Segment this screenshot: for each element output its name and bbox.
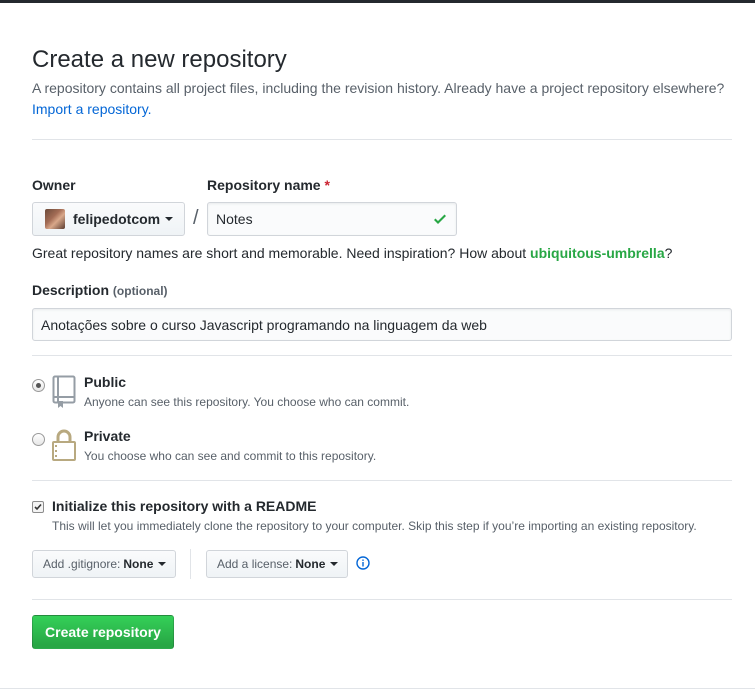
- owner-value: felipedotcom: [73, 211, 161, 227]
- create-repository-button[interactable]: Create repository: [32, 615, 174, 649]
- gitignore-select-button[interactable]: Add .gitignore: None: [32, 550, 176, 578]
- private-radio[interactable]: [32, 433, 45, 446]
- description-input[interactable]: [32, 308, 732, 341]
- avatar: [45, 209, 65, 229]
- optional-note: (optional): [112, 284, 168, 298]
- readme-label[interactable]: Initialize this repository with a README: [52, 498, 316, 514]
- vertical-divider: [190, 549, 191, 579]
- private-description: You choose who can see and commit to thi…: [84, 449, 377, 463]
- divider: [32, 355, 732, 356]
- readme-description: This will let you immediately clone the …: [52, 519, 697, 533]
- owner-repo-separator: /: [193, 207, 199, 229]
- license-value: None: [295, 557, 326, 571]
- owner-label: Owner: [32, 177, 76, 193]
- suggested-name[interactable]: ubiquitous-umbrella: [530, 245, 665, 261]
- gitignore-prefix: Add .gitignore:: [43, 557, 121, 571]
- public-title: Public: [84, 374, 127, 390]
- page-title: Create a new repository: [32, 46, 287, 73]
- divider: [32, 480, 732, 481]
- owner-select-button[interactable]: felipedotcom: [32, 202, 185, 236]
- chevron-down-icon: [330, 562, 339, 566]
- required-mark: *: [324, 177, 330, 193]
- footer-divider: [0, 688, 755, 689]
- public-radio[interactable]: [32, 379, 45, 392]
- hint-text: Great repository names are short and mem…: [32, 245, 527, 261]
- checkmark-icon: [34, 503, 42, 511]
- info-icon[interactable]: [356, 556, 370, 570]
- chevron-down-icon: [158, 562, 167, 566]
- import-repository-link[interactable]: Import a repository.: [32, 101, 152, 117]
- check-icon: [434, 214, 446, 224]
- page-subtitle: A repository contains all project files,…: [32, 80, 725, 96]
- lock-icon: [52, 429, 76, 461]
- repo-name-input[interactable]: [207, 202, 457, 236]
- divider: [32, 599, 732, 600]
- description-label-text: Description: [32, 282, 110, 298]
- license-prefix: Add a license:: [217, 557, 293, 571]
- repo-name-label: Repository name *: [207, 177, 330, 193]
- chevron-down-icon: [165, 217, 174, 221]
- private-title: Private: [84, 428, 131, 444]
- description-label: Description (optional): [32, 282, 168, 298]
- readme-checkbox[interactable]: [32, 501, 44, 513]
- divider: [32, 139, 732, 140]
- public-description: Anyone can see this repository. You choo…: [84, 395, 410, 409]
- repo-name-label-text: Repository name: [207, 177, 321, 193]
- top-bar: [0, 0, 755, 3]
- name-suggestion-hint: Great repository names are short and mem…: [32, 245, 672, 261]
- gitignore-value: None: [123, 557, 154, 571]
- license-select-button[interactable]: Add a license: None: [206, 550, 348, 578]
- repo-book-icon: [52, 375, 76, 408]
- hint-end: ?: [664, 245, 673, 261]
